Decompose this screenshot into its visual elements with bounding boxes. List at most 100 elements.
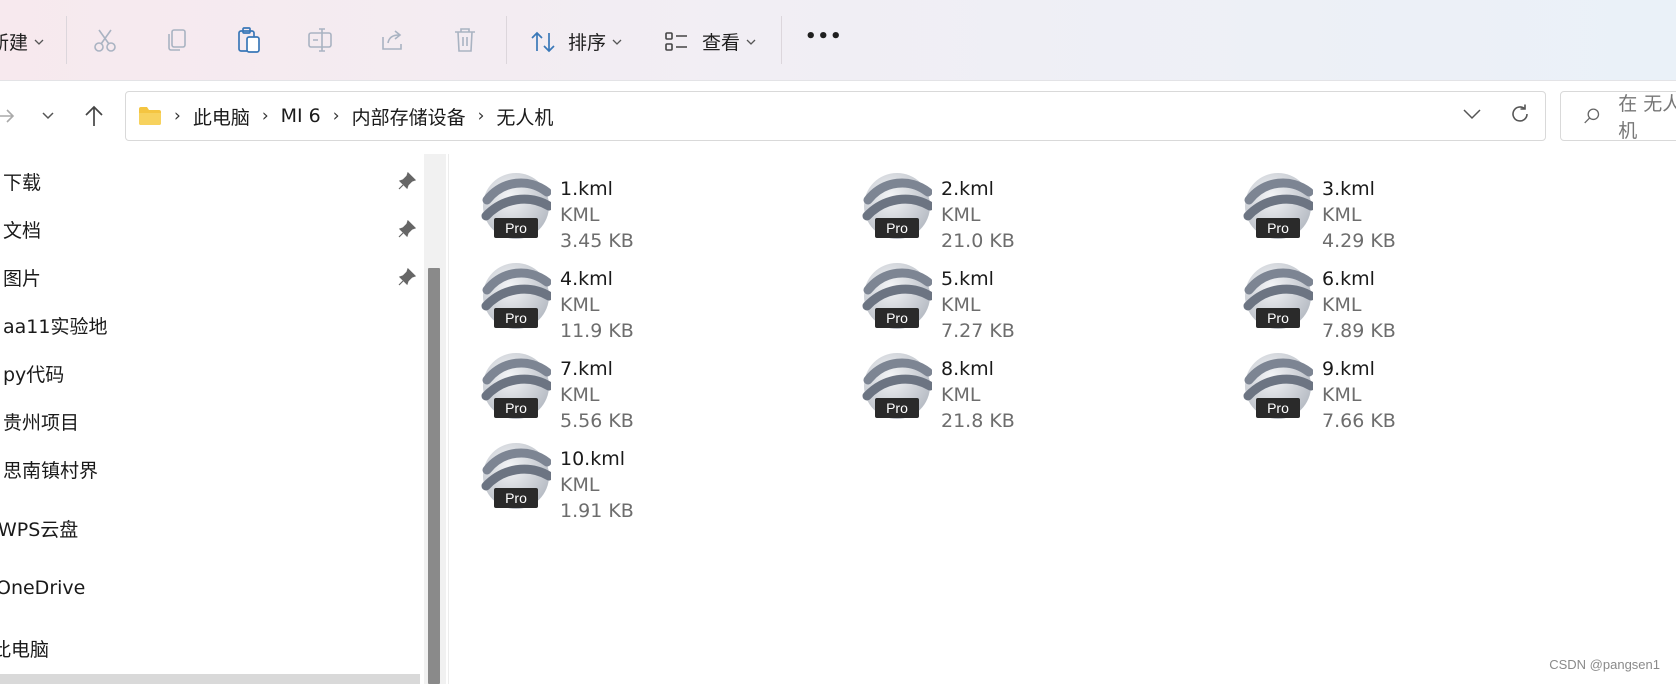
pro-badge: Pro	[494, 308, 538, 328]
file-type: KML	[941, 294, 981, 316]
rename-icon[interactable]	[305, 24, 337, 56]
sidebar-item-label: 此电脑	[0, 638, 50, 661]
file-item[interactable]: Pro 3.kml KML 4.29 KB	[1243, 166, 1603, 252]
file-size: 7.27 KB	[941, 320, 1015, 342]
sidebar-item-label: aa11实验地	[3, 315, 108, 338]
pro-badge: Pro	[1256, 218, 1300, 238]
search-box[interactable]: 在 无人机	[1560, 91, 1676, 142]
pro-badge: Pro	[875, 398, 919, 418]
file-size: 5.56 KB	[560, 410, 634, 432]
file-name: 9.kml	[1322, 358, 1375, 380]
file-item[interactable]: Pro 1.kml KML 3.45 KB	[481, 166, 841, 252]
recent-locations-button[interactable]	[36, 104, 60, 128]
pro-badge: Pro	[875, 218, 919, 238]
google-earth-pro-icon: Pro	[481, 440, 554, 512]
file-type: KML	[941, 384, 981, 406]
toolbar-separator	[506, 16, 507, 64]
file-name: 3.kml	[1322, 178, 1375, 200]
sidebar-item-py-code[interactable]: py代码	[3, 353, 64, 393]
sidebar-item-label: 贵州项目	[3, 411, 80, 434]
file-item[interactable]: Pro 10.kml KML 1.91 KB	[481, 436, 841, 522]
pin-icon[interactable]	[398, 172, 416, 190]
file-item[interactable]: Pro 9.kml KML 7.66 KB	[1243, 346, 1603, 432]
new-button[interactable]: 新建	[0, 28, 44, 55]
address-history-button[interactable]	[1462, 104, 1486, 128]
google-earth-pro-icon: Pro	[1243, 260, 1316, 332]
file-item[interactable]: Pro 5.kml KML 7.27 KB	[862, 256, 1222, 342]
google-earth-pro-icon: Pro	[862, 260, 935, 332]
copy-icon[interactable]	[161, 24, 193, 56]
sidebar-item-aa11[interactable]: aa11实验地	[3, 305, 107, 345]
file-item[interactable]: Pro 7.kml KML 5.56 KB	[481, 346, 841, 432]
chevron-right-icon[interactable]: ›	[333, 106, 340, 126]
pro-badge: Pro	[494, 398, 538, 418]
refresh-button[interactable]	[1509, 103, 1535, 129]
file-size: 4.29 KB	[1322, 230, 1396, 252]
google-earth-pro-icon: Pro	[862, 350, 935, 422]
file-name: 4.kml	[560, 268, 613, 290]
paste-icon[interactable]	[233, 24, 265, 56]
pro-badge: Pro	[875, 308, 919, 328]
google-earth-pro-icon: Pro	[481, 170, 554, 242]
file-item[interactable]: Pro 6.kml KML 7.89 KB	[1243, 256, 1603, 342]
pro-badge: Pro	[494, 218, 538, 238]
breadcrumb: › 此电脑 › MI 6 › 内部存储设备 › 无人机	[138, 92, 553, 140]
sidebar-item-label: py代码	[3, 363, 65, 386]
file-size: 7.66 KB	[1322, 410, 1396, 432]
file-size: 11.9 KB	[560, 320, 634, 342]
more-options-button[interactable]: •••	[805, 26, 843, 47]
sidebar-item-this-pc[interactable]: 此电脑	[0, 628, 49, 668]
search-placeholder: 在 无人机	[1618, 93, 1676, 142]
file-item[interactable]: Pro 8.kml KML 21.8 KB	[862, 346, 1222, 432]
file-type: KML	[560, 474, 600, 496]
file-item[interactable]: Pro 4.kml KML 11.9 KB	[481, 256, 841, 342]
sidebar-item-pictures[interactable]: 图片	[3, 257, 41, 297]
sidebar-item-wps-cloud[interactable]: WPS云盘	[0, 508, 78, 548]
folder-icon	[139, 107, 161, 125]
pro-badge: Pro	[1256, 308, 1300, 328]
up-button[interactable]	[80, 102, 108, 130]
forward-button[interactable]	[0, 104, 18, 128]
sidebar-item-onedrive[interactable]: OneDrive	[0, 568, 85, 608]
toolbar-separator	[781, 16, 782, 64]
breadcrumb-item-internal-storage[interactable]: 内部存储设备	[352, 103, 466, 130]
pane-divider	[448, 154, 449, 684]
sidebar-item-documents[interactable]: 文档	[3, 209, 41, 249]
search-icon	[1584, 108, 1600, 124]
file-name: 6.kml	[1322, 268, 1375, 290]
breadcrumb-item-this-pc[interactable]: 此电脑	[193, 103, 250, 130]
arrow-up-icon	[85, 105, 103, 126]
file-item[interactable]: Pro 2.kml KML 21.0 KB	[862, 166, 1222, 252]
delete-icon[interactable]	[449, 24, 481, 56]
file-size: 21.0 KB	[941, 230, 1015, 252]
breadcrumb-item-current-folder[interactable]: 无人机	[496, 103, 553, 130]
file-size: 21.8 KB	[941, 410, 1015, 432]
pin-icon[interactable]	[398, 268, 416, 286]
sidebar-item-downloads[interactable]: 下载	[3, 161, 41, 201]
sidebar-selection-highlight	[0, 674, 420, 684]
chevron-right-icon[interactable]: ›	[478, 106, 485, 126]
sidebar-item-label: 思南镇村界	[3, 459, 99, 482]
view-button[interactable]: 查看	[664, 28, 756, 55]
arrow-right-icon	[0, 109, 15, 123]
sort-button[interactable]: 排序	[530, 28, 622, 55]
file-name: 10.kml	[560, 448, 626, 470]
cut-icon[interactable]	[89, 24, 121, 56]
sidebar-item-sinan[interactable]: 思南镇村界	[3, 449, 98, 489]
new-label: 新建	[0, 32, 29, 54]
sidebar-item-guizhou[interactable]: 贵州项目	[3, 401, 79, 441]
chevron-down-icon	[612, 39, 622, 45]
share-icon[interactable]	[377, 24, 409, 56]
file-size: 7.89 KB	[1322, 320, 1396, 342]
command-bar: 新建 排序	[0, 0, 1676, 81]
sidebar-scrollbar-thumb[interactable]	[428, 268, 440, 684]
pro-badge: Pro	[1256, 398, 1300, 418]
pin-icon[interactable]	[398, 220, 416, 238]
address-bar[interactable]: › 此电脑 › MI 6 › 内部存储设备 › 无人机	[125, 91, 1546, 141]
breadcrumb-item-mi6[interactable]: MI 6	[281, 105, 321, 127]
chevron-down-icon	[42, 112, 54, 120]
file-type: KML	[560, 384, 600, 406]
sort-label: 排序	[568, 32, 607, 54]
chevron-right-icon[interactable]: ›	[262, 106, 269, 126]
pro-badge: Pro	[494, 488, 538, 508]
